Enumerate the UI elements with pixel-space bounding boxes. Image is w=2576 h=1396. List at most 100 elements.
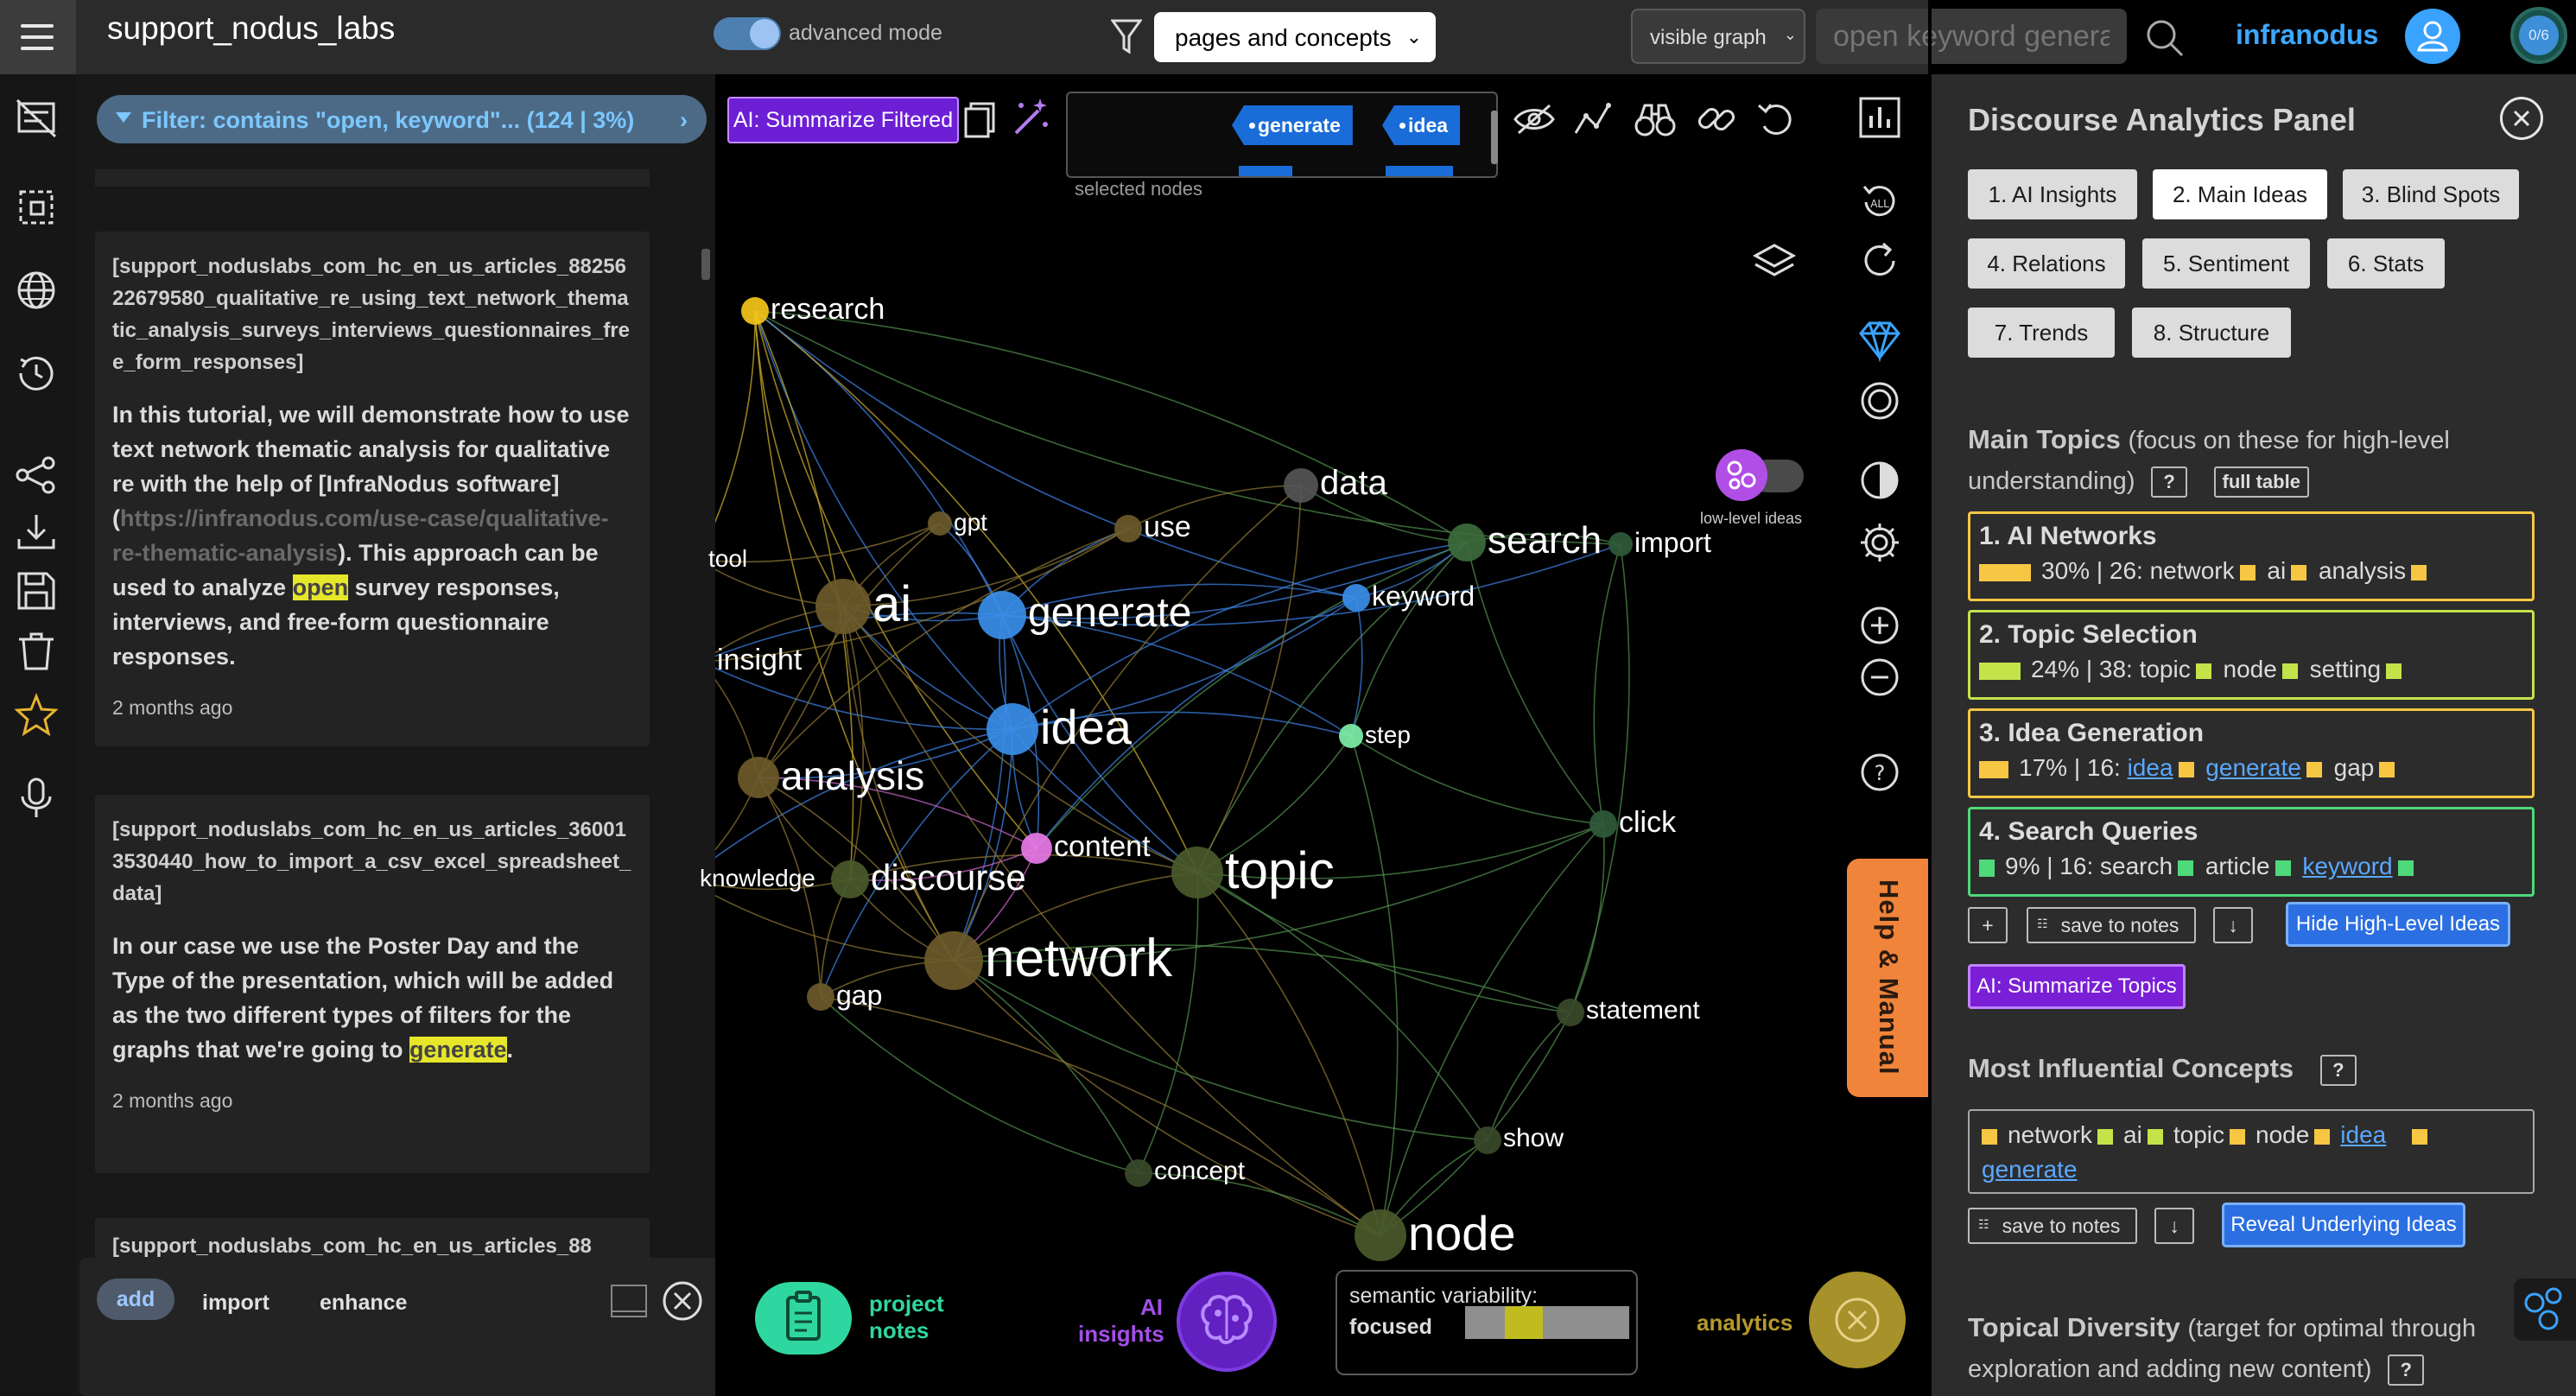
hide-notes-icon[interactable]	[12, 95, 60, 143]
topic-keyword[interactable]: setting	[2310, 656, 2382, 682]
hide-high-level-ideas-button[interactable]: Hide High-Level Ideas	[2286, 902, 2510, 947]
topic-keyword[interactable]: network	[2150, 557, 2235, 584]
graph-node-idea[interactable]	[987, 703, 1038, 755]
context-title[interactable]: support_nodus_labs	[107, 10, 395, 47]
topic-card[interactable]: 4. Search Queries 9% | 16: search article…	[1968, 807, 2535, 897]
brand-logo-link[interactable]: infranodus	[2236, 19, 2378, 51]
star-icon[interactable]	[12, 691, 60, 739]
graph-node-label[interactable]: gap	[836, 980, 882, 1012]
link-icon[interactable]	[1695, 97, 1740, 142]
ai-insights-label[interactable]: AI insights	[1078, 1294, 1164, 1348]
analytics-close-button[interactable]	[1809, 1272, 1906, 1368]
note-card[interactable]: [support_noduslabs_com_hc_en_us_articles…	[95, 795, 650, 1173]
trash-icon[interactable]	[12, 627, 60, 676]
progress-counter[interactable]: 0/6	[2510, 7, 2567, 64]
topical-diversity-help-button[interactable]: ?	[2388, 1354, 2425, 1386]
main-topics-help-button[interactable]: ?	[2151, 466, 2188, 498]
chart-icon[interactable]	[1857, 95, 1902, 140]
topic-keyword[interactable]: ai	[2267, 557, 2286, 584]
tab-import[interactable]: import	[202, 1291, 270, 1316]
hide-eye-icon[interactable]	[1512, 97, 1557, 142]
graph-node-label[interactable]: use	[1144, 511, 1191, 544]
graph-node-network[interactable]	[924, 931, 983, 990]
selected-node-chip[interactable]: generate	[1232, 105, 1353, 145]
help-icon[interactable]: ?	[1857, 750, 1902, 795]
topic-keyword[interactable]: search	[2100, 853, 2173, 879]
influential-concept[interactable]: topic	[2173, 1121, 2224, 1148]
circle-layout-icon[interactable]	[1857, 378, 1902, 423]
topic-card[interactable]: 3. Idea Generation 17% | 16: idea generat…	[1968, 708, 2535, 798]
filter-funnel-icon[interactable]	[1111, 17, 1142, 57]
globe-icon[interactable]	[12, 266, 60, 314]
contrast-icon[interactable]	[1857, 458, 1902, 503]
path-icon[interactable]	[1570, 97, 1615, 142]
note-card[interactable]: [support_noduslabs_com_hc_en_us_articles…	[95, 232, 650, 746]
user-avatar[interactable]	[2405, 9, 2460, 64]
save-topics-to-notes-button[interactable]: ☷ save to notes	[2027, 907, 2196, 943]
graph-node-import[interactable]	[1608, 532, 1633, 556]
influential-concept[interactable]: idea	[2340, 1121, 2386, 1148]
binoculars-icon[interactable]	[1633, 97, 1678, 142]
influential-concept[interactable]: network	[2008, 1121, 2092, 1148]
graph-node-gpt[interactable]	[928, 511, 952, 536]
graph-node-label[interactable]: idea	[1040, 699, 1132, 755]
tab-add[interactable]: add	[97, 1279, 174, 1320]
graph-node-label[interactable]: knowledge	[700, 865, 815, 892]
add-topic-button[interactable]: +	[1968, 907, 2008, 943]
graph-node-label[interactable]: topic	[1225, 841, 1335, 900]
settings-gear-icon[interactable]	[1857, 520, 1902, 565]
graph-node-label[interactable]: click	[1619, 806, 1676, 840]
selected-node-chip[interactable]: idea	[1382, 105, 1461, 145]
filter-pill-button[interactable]: Filter: contains "open, keyword"... (124…	[97, 95, 707, 143]
graph-node-label[interactable]: ai	[872, 575, 911, 633]
graph-node-step[interactable]	[1339, 724, 1363, 748]
network-graph[interactable]	[715, 74, 1774, 1396]
graph-node-label[interactable]: show	[1503, 1124, 1564, 1153]
graph-node-discourse[interactable]	[831, 860, 869, 898]
search-icon[interactable]	[2144, 17, 2186, 59]
low-level-ideas-toggle[interactable]	[1716, 449, 1807, 501]
topic-keyword[interactable]: analysis	[2319, 557, 2406, 584]
graph-node-analysis[interactable]	[738, 757, 779, 798]
graph-node-label[interactable]: keyword	[1372, 581, 1475, 612]
share-icon[interactable]	[12, 451, 60, 499]
graph-node-node[interactable]	[1355, 1209, 1406, 1261]
project-notes-label[interactable]: project notes	[869, 1291, 964, 1344]
graph-node-show[interactable]	[1474, 1126, 1501, 1154]
analytics-label[interactable]: analytics	[1697, 1310, 1792, 1336]
influential-concept[interactable]: node	[2256, 1121, 2309, 1148]
tab-structure[interactable]: 8. Structure	[2132, 308, 2291, 358]
magic-wand-icon[interactable]	[1007, 95, 1052, 140]
graph-node-statement[interactable]	[1557, 999, 1584, 1026]
topic-keyword[interactable]: keyword	[2302, 853, 2392, 879]
graph-node-label[interactable]: search	[1488, 519, 1602, 562]
topic-keyword[interactable]: idea	[2128, 754, 2173, 781]
graph-node-label[interactable]: tool	[708, 545, 747, 573]
undo-icon[interactable]	[1754, 97, 1799, 142]
graph-canvas[interactable]: research data search import tool gpt use ai gene…	[700, 74, 1774, 1396]
graph-node-label[interactable]: import	[1634, 527, 1711, 559]
topic-keyword[interactable]: topic	[2140, 656, 2191, 682]
tab-trends[interactable]: 7. Trends	[1968, 308, 2115, 358]
graph-node-label[interactable]: statement	[1586, 996, 1700, 1025]
graph-node-label[interactable]: generate	[1028, 589, 1192, 637]
influential-concept[interactable]: ai	[2123, 1121, 2142, 1148]
graph-network-toggle[interactable]	[2514, 1279, 2576, 1341]
ai-summarize-filtered-button[interactable]: AI: Summarize Filtered	[727, 97, 959, 143]
tab-sentiment[interactable]: 5. Sentiment	[2142, 238, 2310, 289]
graph-node-label[interactable]: step	[1365, 721, 1411, 749]
notes-scrollbar[interactable]	[701, 249, 710, 280]
graph-node-keyword[interactable]	[1342, 584, 1370, 612]
graph-node-concept[interactable]	[1125, 1159, 1152, 1187]
graph-node-label[interactable]: insight	[717, 644, 802, 677]
zoom-in-icon[interactable]	[1857, 603, 1902, 648]
semantic-variability-widget[interactable]: semantic variability: focused	[1336, 1270, 1638, 1375]
topic-keyword[interactable]: gap	[2334, 754, 2375, 781]
topic-card[interactable]: 1. AI Networks 30% | 26: network ai analy…	[1968, 511, 2535, 601]
influential-concept[interactable]: generate	[1982, 1156, 2078, 1183]
help-manual-tab[interactable]: Help & Manual	[1847, 859, 1932, 1097]
graph-node-click[interactable]	[1589, 810, 1617, 838]
diamond-icon[interactable]	[1857, 318, 1902, 363]
tab-enhance[interactable]: enhance	[320, 1291, 407, 1316]
expand-editor-icon[interactable]	[610, 1282, 648, 1320]
